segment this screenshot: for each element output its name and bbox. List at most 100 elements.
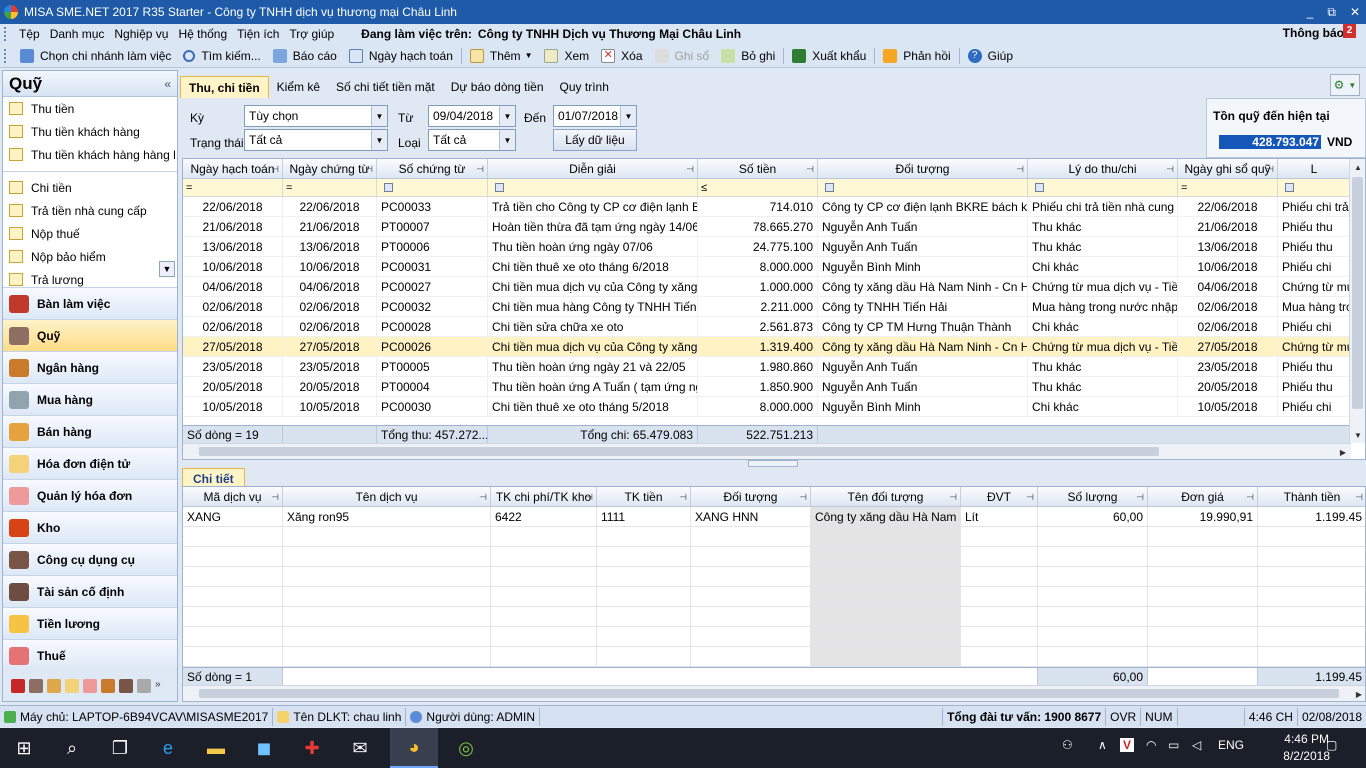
table-row[interactable]: 02/06/2018 02/06/2018 PC00032 Chi tiền mua … [183,297,1365,317]
filter-operator[interactable]: ≤ [701,179,707,197]
export-button[interactable]: Xuất khẩu [786,45,872,67]
column-filter[interactable]: = [1178,179,1278,196]
pin-icon[interactable]: ⊣ [1266,159,1274,178]
horizontal-scrollbar[interactable]: ▶ [183,443,1351,459]
language-indicator[interactable]: ENG [1218,738,1244,752]
filter-checkbox-icon[interactable] [1035,183,1044,192]
scroll-down-icon[interactable]: ▼ [1350,427,1365,443]
pin-icon[interactable]: ⊣ [271,159,279,178]
module-bank[interactable]: Ngân hàng [3,351,177,383]
module-tax[interactable]: Thuế [3,639,177,671]
sidebar-item-payment[interactable]: Chi tiền [3,176,177,199]
column-header[interactable]: Ngày chứng từ ⊣ [283,159,377,178]
detail-row[interactable] [183,607,1365,627]
posting-date-button[interactable]: Ngày hạch toán [343,45,459,67]
module-dashboard[interactable]: Bàn làm việc [3,287,177,319]
scroll-right-icon[interactable]: ▶ [1335,444,1351,459]
status-select[interactable]: Tất cả ▼ [244,129,388,151]
filter-operator[interactable]: = [186,179,192,197]
pin-icon[interactable]: ⊣ [476,159,484,178]
detail-row[interactable] [183,647,1365,667]
sidebar-item-pay-supplier[interactable]: Trả tiền nhà cung cấp [3,199,177,222]
view-button[interactable]: Xem [538,45,595,67]
scroll-thumb[interactable] [199,689,1339,698]
detail-column-header[interactable]: ĐVT ⊣ [961,487,1038,506]
pin-icon[interactable]: ⊣ [1026,487,1034,506]
scroll-up-icon[interactable]: ▲ [1350,159,1365,175]
more-shortcuts-icon[interactable]: » [155,679,165,693]
settings-gear-button[interactable]: ⚙ ▼ [1330,74,1360,96]
post-button[interactable]: Ghi sổ [649,45,716,67]
search-button[interactable]: Tìm kiếm... [177,45,266,67]
column-header[interactable]: Lý do thu/chi ⊣ [1028,159,1178,178]
chevron-down-icon[interactable]: ▼ [371,106,387,126]
tab-cashflow-forecast[interactable]: Dự báo dòng tiền [443,76,552,98]
shortcut-icon[interactable] [101,679,115,693]
detail-column-header[interactable]: Mã dịch vụ ⊣ [183,487,283,506]
file-explorer-icon[interactable]: ▬ [192,728,240,768]
taskbar-clock[interactable]: 4:46 PM 8/2/2018 [1283,731,1330,765]
menu-help[interactable]: Trợ giúp [284,27,339,41]
sidebar-item-pay-salary[interactable]: Trả lương [3,268,177,287]
menu-file[interactable]: Tệp [14,27,45,41]
pin-icon[interactable]: ⊣ [799,487,807,506]
module-payroll[interactable]: Tiền lương [3,607,177,639]
shortcut-icon[interactable] [11,679,25,693]
detail-row[interactable] [183,567,1365,587]
module-sales[interactable]: Bán hàng [3,415,177,447]
scroll-right-icon[interactable]: ▶ [1351,686,1365,701]
column-filter[interactable]: = [183,179,283,196]
sidebar-item-pay-tax[interactable]: Nộp thuế [3,222,177,245]
table-row[interactable]: 10/05/2018 10/05/2018 PC00030 Chi tiền thuê… [183,397,1365,417]
column-header[interactable]: Ngày hạch toán ⊣ [183,159,283,178]
detail-column-header[interactable]: Đơn giá ⊣ [1148,487,1258,506]
edge-browser-icon[interactable]: e [144,728,192,768]
pin-icon[interactable]: ⊣ [585,487,593,506]
menu-operations[interactable]: Nghiệp vụ [109,27,173,41]
table-row[interactable]: 21/06/2018 21/06/2018 PT00007 Hoàn tiền thừ… [183,217,1365,237]
module-tools[interactable]: Công cụ dụng cụ [3,543,177,575]
column-header[interactable]: Đối tượng ⊣ [818,159,1028,178]
column-filter[interactable] [1278,179,1351,196]
shortcut-icon[interactable] [137,679,151,693]
detail-column-header[interactable]: Đối tượng ⊣ [691,487,811,506]
pin-icon[interactable]: ⊣ [479,487,487,506]
pin-icon[interactable]: ⊣ [1246,487,1254,506]
detail-row[interactable]: XANG Xăng ron95 6422 1111 XANG HNN Công ty xă… [183,507,1365,527]
sidebar-item-customer-receipt-batch[interactable]: Thu tiền khách hàng hàng l... [3,143,177,166]
table-row[interactable]: 20/05/2018 20/05/2018 PT00004 Thu tiền hoàn… [183,377,1365,397]
branch-button[interactable]: Chọn chi nhánh làm việc [14,45,177,67]
detail-row[interactable] [183,547,1365,567]
menu-utilities[interactable]: Tiện ích [232,27,284,41]
module-e-invoice[interactable]: Hóa đơn điện tử [3,447,177,479]
fetch-data-button[interactable]: Lấy dữ liệu [553,129,637,151]
pin-icon[interactable]: ⊣ [806,159,814,178]
chevron-down-icon[interactable]: ▼ [525,51,533,60]
help-button[interactable]: ? Giúp [962,45,1019,67]
column-header[interactable]: Ngày ghi sổ quỹ ⊣ [1178,159,1278,178]
wifi-icon[interactable]: ◠ [1146,738,1156,752]
shortcut-icon[interactable] [29,679,43,693]
report-button[interactable]: Báo cáo [267,45,343,67]
detail-column-header[interactable]: Số lượng ⊣ [1038,487,1148,506]
task-view-icon[interactable]: ❐ [96,728,144,768]
filter-checkbox-icon[interactable] [384,183,393,192]
tab-receipts-payments[interactable]: Thu, chi tiền [180,76,269,98]
column-filter[interactable] [1028,179,1178,196]
sidebar-scroll-down-button[interactable]: ▼ [159,261,175,277]
volume-icon[interactable]: ◁ [1192,738,1201,752]
detail-column-header[interactable]: Tên dịch vụ ⊣ [283,487,491,506]
pin-icon[interactable]: ⊣ [679,487,687,506]
menu-system[interactable]: Hệ thống [173,27,232,41]
calendar-dropdown-icon[interactable]: ▼ [499,106,515,126]
pin-icon[interactable]: ⊣ [1355,487,1363,506]
panel-splitter[interactable] [748,460,798,467]
restore-button[interactable]: ⧉ [1327,0,1336,24]
filter-operator[interactable]: = [1181,179,1187,197]
minimize-button[interactable]: _ [1307,0,1314,24]
pin-icon[interactable]: ⊣ [365,159,373,178]
store-icon[interactable]: ◼ [240,728,288,768]
period-select[interactable]: Tùy chọn ▼ [244,105,388,127]
close-button[interactable]: ✕ [1350,0,1360,24]
chevron-up-icon[interactable]: ∧ [1098,738,1107,752]
